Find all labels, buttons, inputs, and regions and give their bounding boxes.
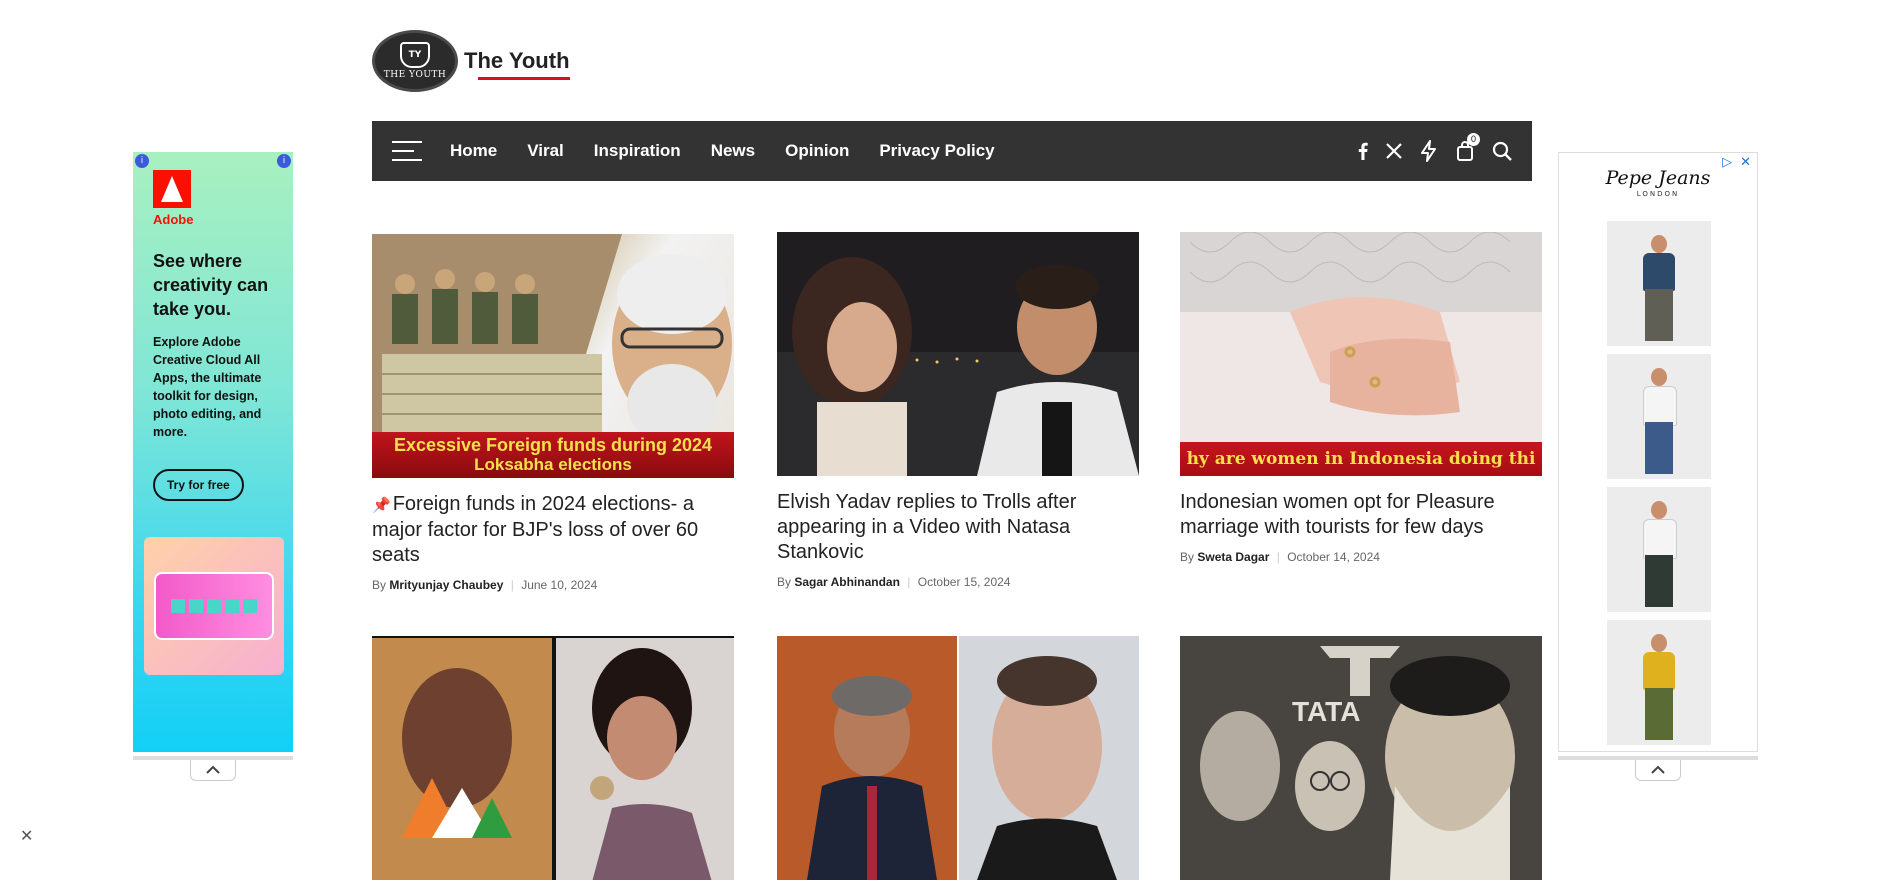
article-thumbnail[interactable] bbox=[372, 636, 734, 880]
ad-brand-sub: LONDON bbox=[1636, 190, 1680, 198]
main-nav: Home Viral Inspiration News Opinion Priv… bbox=[372, 121, 1532, 181]
product-image[interactable] bbox=[1607, 221, 1711, 346]
by-label: By bbox=[372, 578, 387, 592]
article-date: October 15, 2024 bbox=[917, 575, 1011, 589]
ad-controls: ▷ ✕ bbox=[1722, 155, 1751, 170]
tata-logo-text: TATA bbox=[1292, 696, 1361, 727]
collapse-ad-button[interactable] bbox=[190, 760, 236, 781]
article-title[interactable]: 📌 Foreign funds in 2024 elections- a majo… bbox=[372, 492, 734, 568]
article-thumbnail[interactable]: hy are women in Indonesia doing thi bbox=[1180, 232, 1542, 476]
product-image[interactable] bbox=[1607, 620, 1711, 745]
logo-monogram: TY bbox=[400, 42, 430, 68]
site-logo[interactable]: TY THE YOUTH The Youth bbox=[372, 30, 570, 92]
nav-item-viral[interactable]: Viral bbox=[527, 141, 564, 161]
nav-item-privacy-policy[interactable]: Privacy Policy bbox=[879, 141, 994, 161]
caption-line-1: Excessive Foreign funds during 2024 bbox=[393, 435, 713, 455]
nav-item-home[interactable]: Home bbox=[450, 141, 497, 161]
article-card bbox=[372, 636, 734, 880]
logo-badge-text: THE YOUTH bbox=[383, 70, 447, 80]
article-title-text[interactable]: Foreign funds in 2024 elections- a major… bbox=[372, 493, 698, 566]
product-image[interactable] bbox=[1607, 354, 1711, 479]
article-author[interactable]: Sweta Dagar bbox=[1197, 550, 1269, 564]
nav-icons: 0 bbox=[1358, 133, 1532, 162]
ad-artwork bbox=[144, 537, 284, 675]
adobe-ad[interactable]: i i Adobe See where creativity can take … bbox=[133, 152, 293, 752]
bolt-icon[interactable] bbox=[1420, 140, 1438, 162]
by-label: By bbox=[1180, 550, 1195, 564]
article-thumbnail[interactable]: Excessive Foreign funds during 2024 Loks… bbox=[372, 234, 734, 478]
ad-close-icon[interactable]: ✕ bbox=[1740, 155, 1751, 170]
caption-line-1: hy are women in Indonesia doing thi bbox=[1186, 449, 1536, 469]
article-date: October 14, 2024 bbox=[1287, 550, 1380, 564]
article-title[interactable]: Elvish Yadav replies to Trolls after app… bbox=[777, 490, 1139, 565]
ad-brand: Adobe bbox=[153, 212, 194, 227]
ad-brand-name: Pepe Jeans bbox=[1605, 167, 1711, 189]
article-meta: By Sweta Dagar | October 14, 2024 bbox=[1180, 550, 1380, 564]
article-thumbnail[interactable] bbox=[777, 636, 1139, 880]
pepe-jeans-ad[interactable]: ▷ ✕ Pepe Jeans LONDON bbox=[1558, 152, 1758, 752]
nav-item-inspiration[interactable]: Inspiration bbox=[594, 141, 681, 161]
ad-cta-button[interactable]: Try for free bbox=[153, 469, 244, 501]
ad-choices-icon[interactable]: ▷ bbox=[1722, 155, 1732, 170]
nav-links: Home Viral Inspiration News Opinion Priv… bbox=[450, 141, 995, 161]
nav-item-opinion[interactable]: Opinion bbox=[785, 141, 849, 161]
nav-item-news[interactable]: News bbox=[711, 141, 755, 161]
article-card: Elvish Yadav replies to Trolls after app… bbox=[777, 232, 1139, 589]
by-label: By bbox=[777, 575, 792, 589]
hamburger-menu-icon[interactable] bbox=[392, 141, 422, 161]
article-title[interactable]: Indonesian women opt for Pleasure marria… bbox=[1180, 490, 1542, 540]
article-thumbnail[interactable]: TATA bbox=[1180, 636, 1542, 880]
caption-line-2: Loksabha elections bbox=[474, 455, 632, 474]
ad-info-icon[interactable]: i bbox=[135, 154, 149, 168]
article-meta: By Mrityunjay Chaubey | June 10, 2024 bbox=[372, 578, 598, 592]
article-card: Excessive Foreign funds during 2024 Loks… bbox=[372, 234, 734, 592]
x-icon[interactable] bbox=[1386, 143, 1402, 159]
logo-badge: TY THE YOUTH bbox=[372, 30, 458, 92]
thumbnail-caption: hy are women in Indonesia doing thi bbox=[1180, 442, 1542, 476]
article-card: TATA bbox=[1180, 636, 1542, 880]
ad-choices-icon[interactable]: i bbox=[277, 154, 291, 168]
thumbnail-caption: Excessive Foreign funds during 2024 Loks… bbox=[372, 432, 734, 478]
close-icon[interactable]: ✕ bbox=[20, 826, 33, 845]
search-icon[interactable] bbox=[1492, 141, 1512, 161]
site-name[interactable]: The Youth bbox=[464, 48, 570, 80]
article-card: hy are women in Indonesia doing thi Indo… bbox=[1180, 232, 1542, 564]
article-thumbnail[interactable] bbox=[777, 232, 1139, 476]
cart-icon[interactable]: 0 bbox=[1456, 133, 1480, 161]
collapse-ad-button[interactable] bbox=[1635, 760, 1681, 781]
article-author[interactable]: Mrityunjay Chaubey bbox=[389, 578, 503, 592]
facebook-icon[interactable] bbox=[1358, 142, 1368, 160]
ad-body: Explore Adobe Creative Cloud All Apps, t… bbox=[153, 335, 262, 439]
article-card bbox=[777, 636, 1139, 880]
adobe-logo-icon bbox=[153, 170, 191, 208]
pin-icon: 📌 bbox=[372, 497, 391, 514]
ad-headline: See where creativity can take you. bbox=[153, 251, 269, 319]
product-image[interactable] bbox=[1607, 487, 1711, 612]
article-author[interactable]: Sagar Abhinandan bbox=[794, 575, 900, 589]
article-date: June 10, 2024 bbox=[521, 578, 598, 592]
article-meta: By Sagar Abhinandan | October 15, 2024 bbox=[777, 575, 1011, 589]
cart-count-badge: 0 bbox=[1467, 133, 1480, 146]
product-images bbox=[1607, 221, 1711, 753]
